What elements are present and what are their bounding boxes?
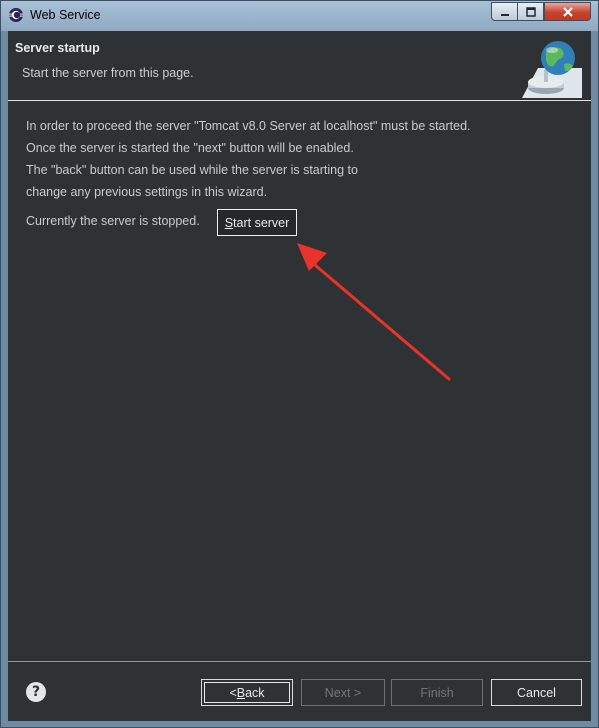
wizard-client-area: Server startup Start the server from thi… (8, 31, 591, 721)
cancel-button[interactable]: Cancel (491, 679, 582, 706)
start-server-button[interactable]: Start server (217, 209, 297, 236)
close-button[interactable] (544, 2, 591, 21)
instruction-line: change any previous settings in this wiz… (26, 185, 268, 199)
title-bar[interactable]: Web Service (1, 1, 598, 31)
help-icon[interactable]: ? (26, 682, 46, 702)
page-title: Server startup (15, 41, 100, 55)
instruction-line: Once the server is started the "next" bu… (26, 141, 354, 155)
instruction-line: The "back" button can be used while the … (26, 163, 358, 177)
eclipse-icon (9, 8, 23, 22)
header-divider (8, 100, 591, 101)
wizard-window: Web Service Server startup Start the ser… (0, 0, 599, 728)
instruction-line: In order to proceed the server "Tomcat v… (26, 119, 471, 133)
maximize-icon (525, 6, 536, 17)
server-status-text: Currently the server is stopped. (26, 214, 200, 228)
page-description: Start the server from this page. (22, 66, 194, 80)
annotation-arrow (297, 243, 451, 381)
back-button[interactable]: < Back (201, 679, 293, 706)
back-mnemonic: B (236, 685, 246, 700)
footer-divider (8, 661, 591, 662)
finish-button[interactable]: Finish (391, 679, 483, 706)
minimize-icon (500, 13, 509, 16)
start-server-mnemonic: S (224, 215, 234, 230)
instructions-text: In order to proceed the server "Tomcat v… (26, 115, 471, 203)
minimize-button[interactable] (491, 2, 518, 21)
window-title: Web Service (30, 8, 101, 22)
close-icon (562, 6, 573, 17)
maximize-button[interactable] (517, 2, 544, 21)
globe-server-icon (522, 41, 582, 98)
next-button[interactable]: Next > (301, 679, 385, 706)
start-server-label: tart server (233, 215, 290, 230)
back-prefix: < (229, 685, 237, 700)
wizard-header: Server startup Start the server from thi… (8, 31, 591, 100)
back-label: ack (245, 685, 265, 700)
